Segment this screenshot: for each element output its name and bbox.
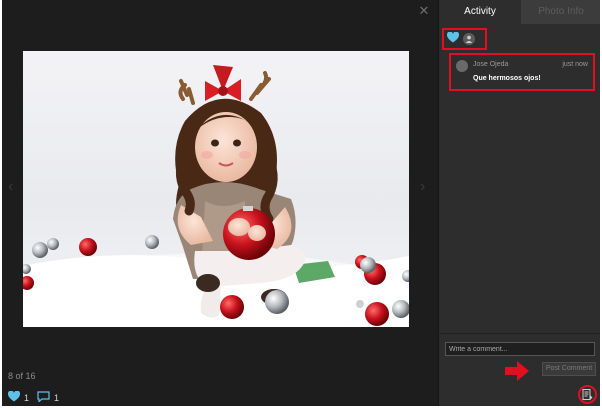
previous-photo-icon[interactable]: ‹ [8,178,13,196]
close-icon[interactable]: ✕ [417,4,431,18]
comment-timestamp: just now [562,61,588,68]
heart-icon[interactable] [446,30,460,48]
photo-counter: 8 of 16 [8,371,36,381]
main-photo [23,51,409,327]
comment-author[interactable]: Jose Ojeda [473,61,508,68]
photo-stats: 1 1 [7,389,63,406]
comment-composer: Post Comment [439,333,600,406]
avatar[interactable] [463,33,475,45]
comments-count: 1 [54,393,60,403]
tab-activity[interactable]: Activity [439,0,521,24]
comment-input[interactable] [445,342,595,356]
app-window: ✕ ‹ › 8 of 16 1 1 Activity Photo Info Jo… [2,0,600,406]
arrow-right-icon [505,361,529,381]
comment-icon[interactable] [37,389,50,406]
comment-text: Que hermosos ojos! [473,75,541,82]
avatar[interactable] [456,60,468,72]
likes-count: 1 [24,393,30,403]
post-comment-button[interactable]: Post Comment [542,362,596,376]
activity-panel: Activity Photo Info Jose Ojeda just now … [438,0,600,406]
tab-photo-info[interactable]: Photo Info [521,0,600,24]
next-photo-icon[interactable]: › [420,178,425,196]
comment-item: Jose Ojeda just now Que hermosos ojos! [449,53,595,91]
panel-tabs: Activity Photo Info [439,0,600,24]
info-panel-toggle[interactable] [578,385,597,404]
document-icon [582,389,593,400]
likes-summary [442,28,487,50]
heart-icon[interactable] [7,389,21,406]
photo-viewer: ✕ ‹ › 8 of 16 1 1 [2,0,438,406]
